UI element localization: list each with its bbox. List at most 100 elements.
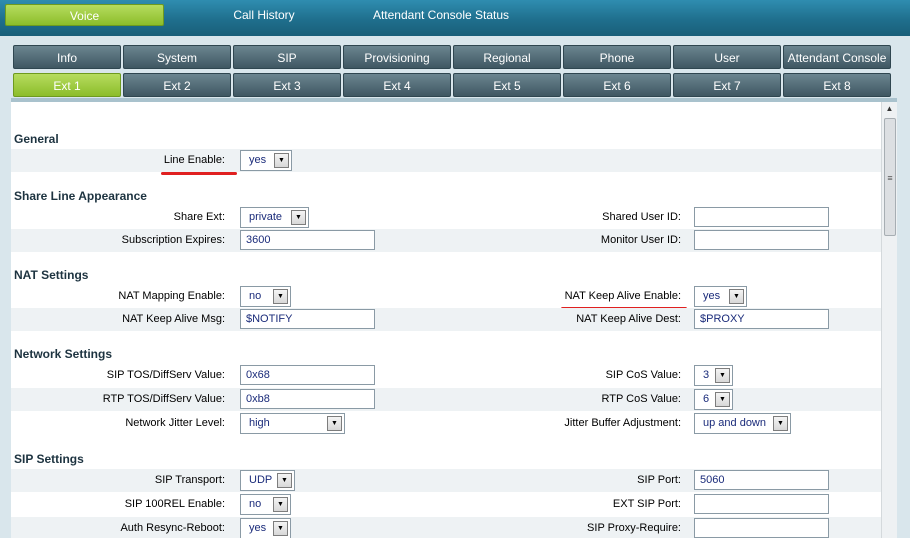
- top-nav-call-history[interactable]: Call History: [212, 4, 316, 26]
- sip-port-label: SIP Port:: [637, 474, 681, 486]
- auth-resync-reboot-value: yes: [249, 522, 267, 534]
- tab-attendant-console[interactable]: Attendant Console: [783, 45, 891, 69]
- chevron-down-icon: ▼: [729, 289, 744, 304]
- subscription-expires-input[interactable]: 3600: [240, 230, 375, 250]
- tab-phone[interactable]: Phone: [563, 45, 671, 69]
- row-subscription-expires: Subscription Expires: 3600 Monitor User …: [11, 229, 881, 252]
- row-rtp-tos: RTP TOS/DiffServ Value: 0xb8 RTP CoS Val…: [11, 388, 881, 411]
- jitter-buffer-adjustment-label: Jitter Buffer Adjustment:: [564, 417, 681, 429]
- chevron-down-icon: ▼: [273, 521, 288, 536]
- top-nav-bar: Voice Call History Attendant Console Sta…: [0, 0, 910, 36]
- vertical-scrollbar[interactable]: ▲ ≡: [881, 102, 897, 538]
- nat-mapping-enable-value: no: [249, 290, 262, 302]
- section-title-nat: NAT Settings: [14, 268, 89, 282]
- sip-transport-label: SIP Transport:: [154, 474, 225, 486]
- rtp-cos-value: 6: [703, 393, 710, 405]
- rtp-tos-label: RTP TOS/DiffServ Value:: [102, 393, 225, 405]
- chevron-down-icon: ▼: [273, 289, 288, 304]
- row-line-enable: Line Enable: yes ▼: [11, 149, 881, 172]
- nat-keep-alive-dest-input[interactable]: $PROXY: [694, 309, 829, 329]
- tab-ext-1[interactable]: Ext 1: [13, 73, 121, 97]
- row-network-jitter: Network Jitter Level: high ▼ Jitter Buff…: [11, 412, 881, 435]
- jitter-buffer-adjustment-select[interactable]: up and down ▼: [694, 413, 791, 434]
- jitter-buffer-adjustment-value: up and down: [703, 417, 766, 429]
- tab-sip[interactable]: SIP: [233, 45, 341, 69]
- tab-ext-7[interactable]: Ext 7: [673, 73, 781, 97]
- rtp-cos-label: RTP CoS Value:: [601, 393, 682, 405]
- network-jitter-level-select[interactable]: high ▼: [240, 413, 345, 434]
- sip-transport-select[interactable]: UDP ▼: [240, 470, 295, 491]
- section-title-sip: SIP Settings: [14, 452, 84, 466]
- sip-proxy-require-input[interactable]: [694, 518, 829, 538]
- tab-ext-2[interactable]: Ext 2: [123, 73, 231, 97]
- tab-ext-8[interactable]: Ext 8: [783, 73, 891, 97]
- sip-port-input[interactable]: 5060: [694, 470, 829, 490]
- tab-ext-3[interactable]: Ext 3: [233, 73, 341, 97]
- sip-cos-select[interactable]: 3 ▼: [694, 365, 733, 386]
- tab-user[interactable]: User: [673, 45, 781, 69]
- chevron-down-icon: ▼: [277, 473, 292, 488]
- chevron-down-icon: ▼: [274, 153, 289, 168]
- nat-mapping-enable-select[interactable]: no ▼: [240, 286, 291, 307]
- settings-content: General Line Enable: yes ▼ Share Line Ap…: [11, 98, 897, 538]
- chevron-down-icon: ▼: [327, 416, 342, 431]
- chevron-down-icon: ▼: [773, 416, 788, 431]
- auth-resync-reboot-label: Auth Resync-Reboot:: [120, 522, 225, 534]
- scroll-thumb[interactable]: ≡: [884, 118, 896, 236]
- ext-sip-port-input[interactable]: [694, 494, 829, 514]
- sip-cos-value: 3: [703, 369, 710, 381]
- nat-keep-alive-dest-label: NAT Keep Alive Dest:: [576, 313, 681, 325]
- chevron-down-icon: ▼: [715, 368, 730, 383]
- ext-sip-port-label: EXT SIP Port:: [612, 498, 681, 510]
- sip-100rel-enable-select[interactable]: no ▼: [240, 494, 291, 515]
- row-sip-transport: SIP Transport: UDP ▼ SIP Port: 5060: [11, 469, 881, 492]
- row-auth-resync: Auth Resync-Reboot: yes ▼ SIP Proxy-Requ…: [11, 517, 881, 538]
- sip-100rel-enable-value: no: [249, 498, 262, 510]
- tab-ext-4[interactable]: Ext 4: [343, 73, 451, 97]
- nat-keep-alive-enable-value: yes: [703, 290, 721, 302]
- rtp-tos-input[interactable]: 0xb8: [240, 389, 375, 409]
- rtp-cos-select[interactable]: 6 ▼: [694, 389, 733, 410]
- nat-keep-alive-msg-input[interactable]: $NOTIFY: [240, 309, 375, 329]
- nat-keep-alive-enable-label: NAT Keep Alive Enable:: [564, 290, 681, 302]
- top-nav-voice[interactable]: Voice: [5, 4, 164, 26]
- top-nav-attendant-console-status[interactable]: Attendant Console Status: [360, 4, 522, 26]
- line-enable-value: yes: [249, 154, 267, 166]
- row-sip-tos: SIP TOS/DiffServ Value: 0x68 SIP CoS Val…: [11, 364, 881, 387]
- tab-provisioning[interactable]: Provisioning: [343, 45, 451, 69]
- tab-regional[interactable]: Regional: [453, 45, 561, 69]
- row-nat-mapping: NAT Mapping Enable: no ▼ NAT Keep Alive …: [11, 285, 881, 308]
- share-ext-select[interactable]: private ▼: [240, 207, 309, 228]
- sip-cos-label: SIP CoS Value:: [605, 369, 681, 381]
- section-title-share-line: Share Line Appearance: [14, 189, 147, 203]
- line-enable-select[interactable]: yes ▼: [240, 150, 292, 171]
- sip-proxy-require-label: SIP Proxy-Require:: [587, 522, 681, 534]
- row-nat-keep-alive-msg: NAT Keep Alive Msg: $NOTIFY NAT Keep Ali…: [11, 308, 881, 331]
- tab-ext-5[interactable]: Ext 5: [453, 73, 561, 97]
- network-jitter-level-value: high: [249, 417, 270, 429]
- monitor-user-id-input[interactable]: [694, 230, 829, 250]
- line-enable-label: Line Enable:: [163, 154, 225, 166]
- chevron-down-icon: ▼: [715, 392, 730, 407]
- tab-system[interactable]: System: [123, 45, 231, 69]
- nat-keep-alive-enable-select[interactable]: yes ▼: [694, 286, 747, 307]
- subscription-expires-label: Subscription Expires:: [121, 234, 225, 246]
- auth-resync-reboot-select[interactable]: yes ▼: [240, 518, 291, 538]
- tab-ext-6[interactable]: Ext 6: [563, 73, 671, 97]
- red-highlight-underline: [161, 172, 237, 175]
- share-ext-label: Share Ext:: [173, 211, 225, 223]
- row-sip-100rel: SIP 100REL Enable: no ▼ EXT SIP Port:: [11, 493, 881, 516]
- shared-user-id-input[interactable]: [694, 207, 829, 227]
- share-ext-value: private: [249, 211, 283, 223]
- chevron-down-icon: ▼: [273, 497, 288, 512]
- chevron-down-icon: ▼: [291, 210, 306, 225]
- sip-tos-input[interactable]: 0x68: [240, 365, 375, 385]
- sip-tos-label: SIP TOS/DiffServ Value:: [106, 369, 225, 381]
- network-jitter-level-label: Network Jitter Level:: [125, 417, 225, 429]
- section-title-general: General: [14, 132, 59, 146]
- tab-info[interactable]: Info: [13, 45, 121, 69]
- scroll-up-arrow-icon[interactable]: ▲: [882, 102, 897, 116]
- nat-mapping-enable-label: NAT Mapping Enable:: [118, 290, 225, 302]
- section-title-network: Network Settings: [14, 347, 113, 361]
- sip-transport-value: UDP: [249, 474, 273, 486]
